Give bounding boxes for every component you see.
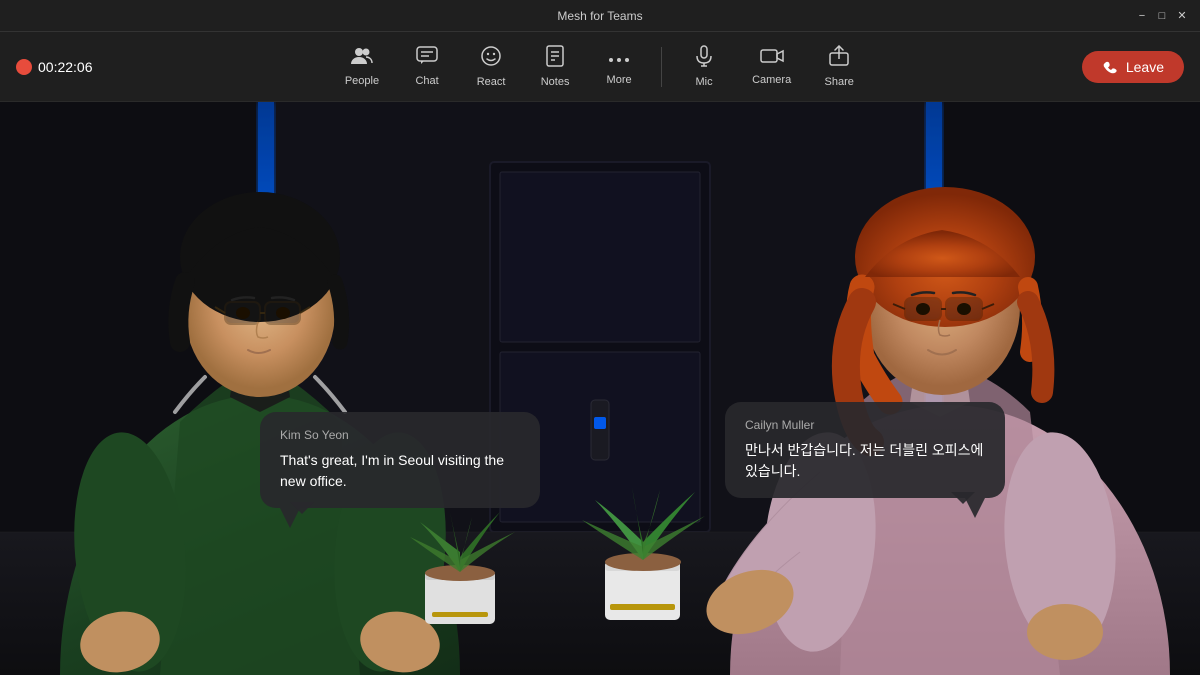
react-button[interactable]: React bbox=[461, 39, 521, 94]
toolbar: 00:22:06 People bbox=[0, 32, 1200, 102]
chat-label: Chat bbox=[415, 75, 438, 87]
title-bar: Mesh for Teams − □ ✕ bbox=[0, 0, 1200, 32]
share-icon bbox=[828, 45, 850, 73]
mic-button[interactable]: Mic bbox=[674, 39, 734, 94]
leave-phone-icon bbox=[1102, 59, 1118, 75]
bubble-right-text: 만나서 반갑습니다. 저는 더블린 오피스에 있습니다. bbox=[745, 440, 985, 482]
toolbar-center: People Chat bbox=[331, 39, 869, 94]
notes-label: Notes bbox=[541, 76, 570, 88]
share-button[interactable]: Share bbox=[809, 39, 869, 94]
camera-button[interactable]: Camera bbox=[738, 41, 805, 92]
bubble-left-tail bbox=[280, 508, 300, 528]
toolbar-left: 00:22:06 bbox=[16, 59, 331, 75]
scene-background bbox=[0, 102, 1200, 675]
bubble-right-tail bbox=[965, 498, 985, 518]
speech-bubble-right: Cailyn Muller 만나서 반갑습니다. 저는 더블린 오피스에 있습니… bbox=[725, 402, 1005, 498]
toolbar-separator bbox=[661, 47, 662, 87]
bubble-left-speaker: Kim So Yeon bbox=[280, 428, 520, 442]
window-title: Mesh for Teams bbox=[557, 9, 642, 23]
leave-label: Leave bbox=[1126, 59, 1164, 75]
window-controls: − □ ✕ bbox=[1136, 10, 1188, 22]
react-label: React bbox=[477, 76, 506, 88]
leave-button[interactable]: Leave bbox=[1082, 51, 1184, 83]
speech-bubble-left: Kim So Yeon That's great, I'm in Seoul v… bbox=[260, 412, 540, 508]
recording-dot bbox=[16, 59, 32, 75]
chat-button[interactable]: Chat bbox=[397, 40, 457, 93]
more-button[interactable]: More bbox=[589, 42, 649, 92]
close-button[interactable]: ✕ bbox=[1176, 10, 1188, 22]
recording-timer: 00:22:06 bbox=[38, 59, 93, 75]
people-icon bbox=[351, 46, 373, 72]
react-icon bbox=[480, 45, 502, 73]
mic-label: Mic bbox=[696, 76, 713, 88]
camera-label: Camera bbox=[752, 74, 791, 86]
share-label: Share bbox=[825, 76, 854, 88]
main-scene: Kim So Yeon That's great, I'm in Seoul v… bbox=[0, 102, 1200, 675]
recording-indicator: 00:22:06 bbox=[16, 59, 93, 75]
minimize-button[interactable]: − bbox=[1136, 10, 1148, 22]
maximize-button[interactable]: □ bbox=[1156, 10, 1168, 22]
chat-icon bbox=[416, 46, 438, 72]
bubble-right-speaker: Cailyn Muller bbox=[745, 418, 985, 432]
toolbar-right: Leave bbox=[869, 51, 1184, 83]
more-icon bbox=[608, 48, 630, 71]
more-label: More bbox=[607, 74, 632, 86]
people-label: People bbox=[345, 75, 379, 87]
mic-icon bbox=[693, 45, 715, 73]
notes-icon bbox=[544, 45, 566, 73]
bubble-left-text: That's great, I'm in Seoul visiting the … bbox=[280, 450, 520, 492]
notes-button[interactable]: Notes bbox=[525, 39, 585, 94]
camera-icon bbox=[760, 47, 784, 71]
people-button[interactable]: People bbox=[331, 40, 393, 93]
